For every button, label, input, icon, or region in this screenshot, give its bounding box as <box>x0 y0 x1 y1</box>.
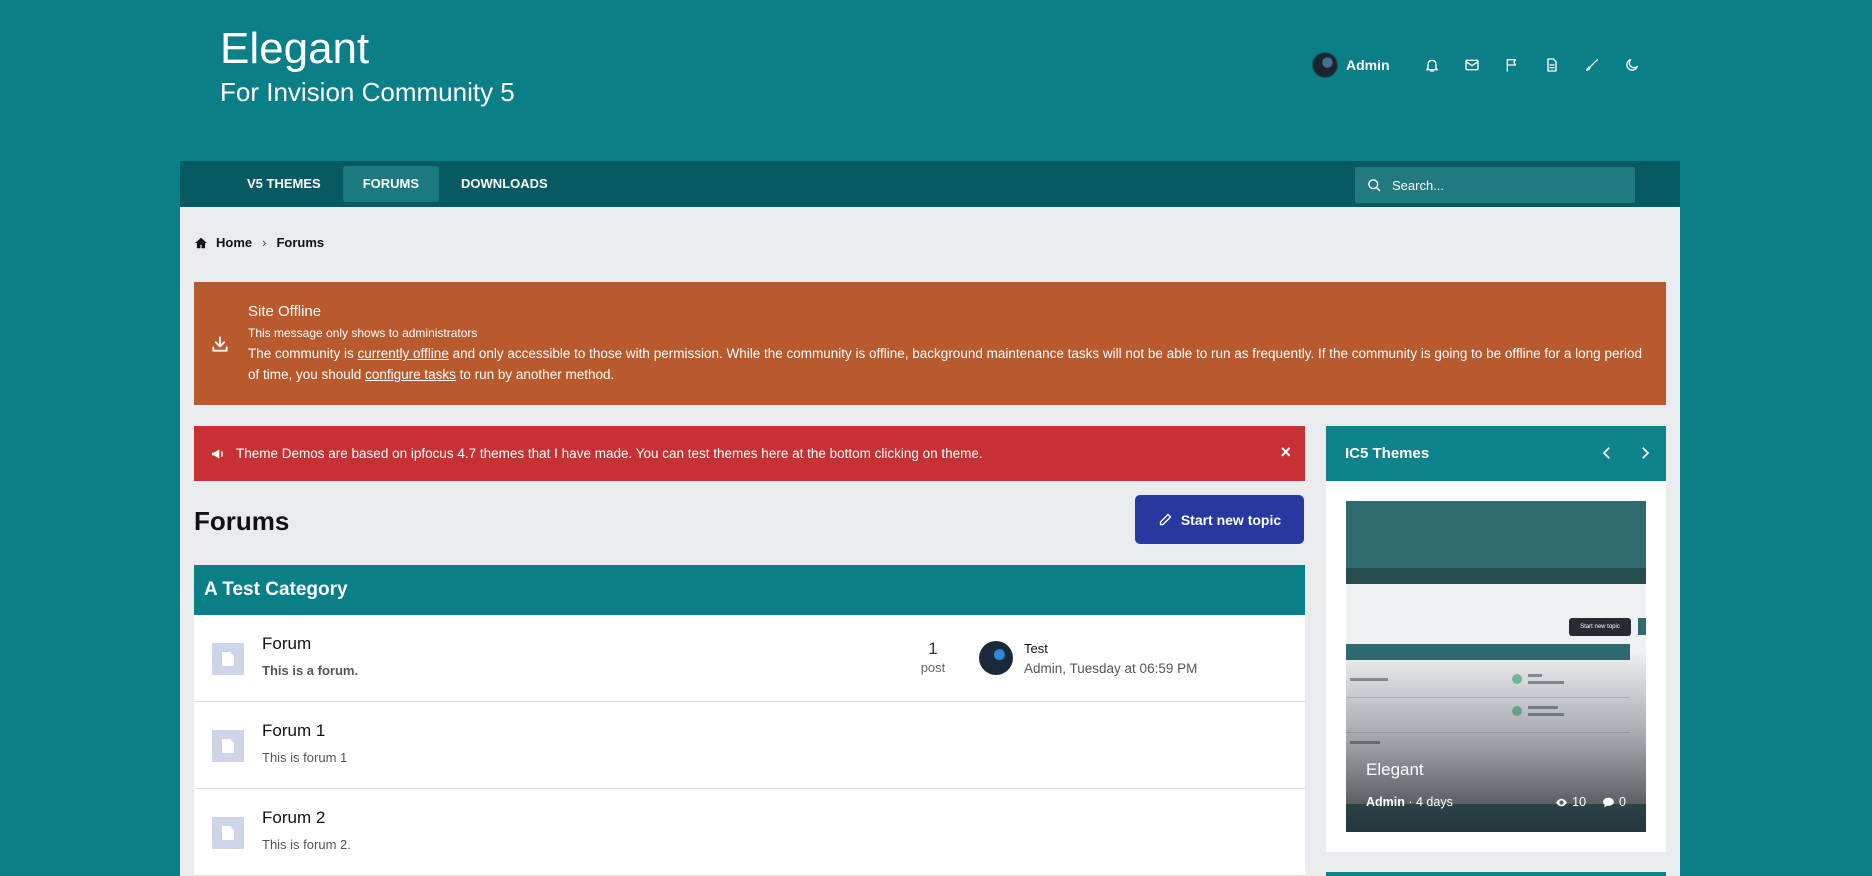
announcement-text: Theme Demos are based on ipfocus 4.7 the… <box>236 446 983 461</box>
offline-title: Site Offline <box>248 303 322 320</box>
breadcrumb: Home › Forums <box>194 235 324 250</box>
site-subtitle: For Invision Community 5 <box>220 77 515 107</box>
page-title: Forums <box>194 506 290 536</box>
last-post-title[interactable]: Test <box>1024 641 1048 656</box>
comment-icon <box>1603 797 1614 807</box>
forum-title-link[interactable]: Forum <box>262 634 311 654</box>
close-icon[interactable]: × <box>1280 442 1291 463</box>
search-icon <box>1368 178 1381 192</box>
site-title: Elegant <box>220 24 370 73</box>
offline-text: The community is <box>248 346 358 361</box>
preview-sidebar <box>1638 618 1646 635</box>
forum-list: Forum This is a forum. 1 post Test Admin… <box>194 615 1305 876</box>
offline-text: to run by another method. <box>455 367 615 382</box>
home-icon <box>195 237 207 248</box>
user-menu-link[interactable]: Admin <box>1346 57 1390 73</box>
preview-header <box>1346 501 1646 568</box>
table-row[interactable]: Forum This is a forum. 1 post Test Admin… <box>194 615 1305 702</box>
carousel-controls <box>1578 444 1654 462</box>
site-offline-notice: Site Offline This message only shows to … <box>194 282 1666 405</box>
offline-subtitle: This message only shows to administrator… <box>248 326 478 340</box>
document-icon[interactable] <box>1532 57 1572 73</box>
main-nav: V5 THEMES FORUMS DOWNLOADS <box>180 161 1680 207</box>
card-author[interactable]: Admin <box>1366 795 1405 809</box>
breadcrumb-home[interactable]: Home <box>216 235 252 250</box>
forum-description: This is forum 1 <box>262 750 348 765</box>
chevron-left-icon[interactable] <box>1598 444 1616 462</box>
card-meta: Admin · 4 days <box>1366 795 1453 809</box>
post-count: 1 post <box>908 639 958 676</box>
configure-tasks-link[interactable]: configure tasks <box>365 367 456 382</box>
forum-description: This is a forum. <box>262 663 359 678</box>
widget-header: IC5 Themes <box>1326 426 1666 481</box>
site-brand[interactable]: Elegant For Invision Community 5 <box>220 24 515 110</box>
forum-description: This is forum 2. <box>262 837 351 852</box>
table-row[interactable]: Forum 2 This is forum 2. <box>194 789 1305 876</box>
second-widget-header <box>1326 872 1666 876</box>
search-box[interactable] <box>1355 167 1635 203</box>
ic5-themes-widget: IC5 Themes Start new topic Elegant Admin… <box>1326 426 1666 852</box>
widget-title: IC5 Themes <box>1345 445 1430 462</box>
announcement-bar: Theme Demos are based on ipfocus 4.7 the… <box>194 426 1305 481</box>
chevron-right-icon[interactable] <box>1636 444 1654 462</box>
user-bar: Admin <box>1312 52 1652 78</box>
category-header[interactable]: A Test Category <box>194 565 1305 615</box>
card-time: · 4 days <box>1404 795 1453 809</box>
megaphone-icon <box>212 448 223 459</box>
chevron-right-icon: › <box>262 235 267 250</box>
edit-icon <box>1159 513 1172 526</box>
post-count-label: post <box>920 660 946 675</box>
avatar[interactable] <box>1312 52 1338 78</box>
currently-offline-link[interactable]: currently offline <box>358 346 449 361</box>
download-icon <box>212 336 228 352</box>
eye-icon <box>1556 798 1568 806</box>
preview-button: Start new topic <box>1569 618 1631 636</box>
views-count: 10 <box>1572 795 1587 809</box>
nav-item-forums[interactable]: FORUMS <box>342 166 440 202</box>
envelope-icon[interactable] <box>1452 57 1492 73</box>
post-count-number: 1 <box>928 639 938 658</box>
avatar[interactable] <box>979 641 1013 675</box>
paintbrush-icon[interactable] <box>1572 57 1612 73</box>
flag-icon[interactable] <box>1492 57 1532 73</box>
forum-icon <box>212 730 244 762</box>
search-input[interactable] <box>1392 177 1612 193</box>
main-container: V5 THEMES FORUMS DOWNLOADS Home › Forums… <box>180 161 1680 876</box>
nav-item-v5-themes[interactable]: V5 THEMES <box>227 166 341 202</box>
theme-card[interactable]: Start new topic Elegant Admin · 4 days 1… <box>1346 501 1646 832</box>
moon-icon[interactable] <box>1612 57 1652 73</box>
forum-title-link[interactable]: Forum 2 <box>262 808 325 828</box>
bell-icon[interactable] <box>1412 57 1452 73</box>
nav-item-downloads[interactable]: DOWNLOADS <box>441 166 568 202</box>
forum-icon <box>212 817 244 849</box>
start-new-topic-label: Start new topic <box>1180 511 1282 528</box>
comments-count: 0 <box>1619 795 1626 809</box>
forum-icon <box>212 643 244 675</box>
last-post-meta: Admin, Tuesday at 06:59 PM <box>1024 661 1198 676</box>
start-new-topic-button[interactable]: Start new topic <box>1135 495 1304 544</box>
forum-title-link[interactable]: Forum 1 <box>262 721 325 741</box>
offline-body: The community is currently offline and o… <box>248 343 1646 385</box>
card-title[interactable]: Elegant <box>1366 760 1424 780</box>
breadcrumb-current[interactable]: Forums <box>276 235 324 250</box>
preview-nav <box>1346 568 1646 584</box>
table-row[interactable]: Forum 1 This is forum 1 <box>194 702 1305 789</box>
card-stats: 10 0 <box>1555 795 1626 809</box>
